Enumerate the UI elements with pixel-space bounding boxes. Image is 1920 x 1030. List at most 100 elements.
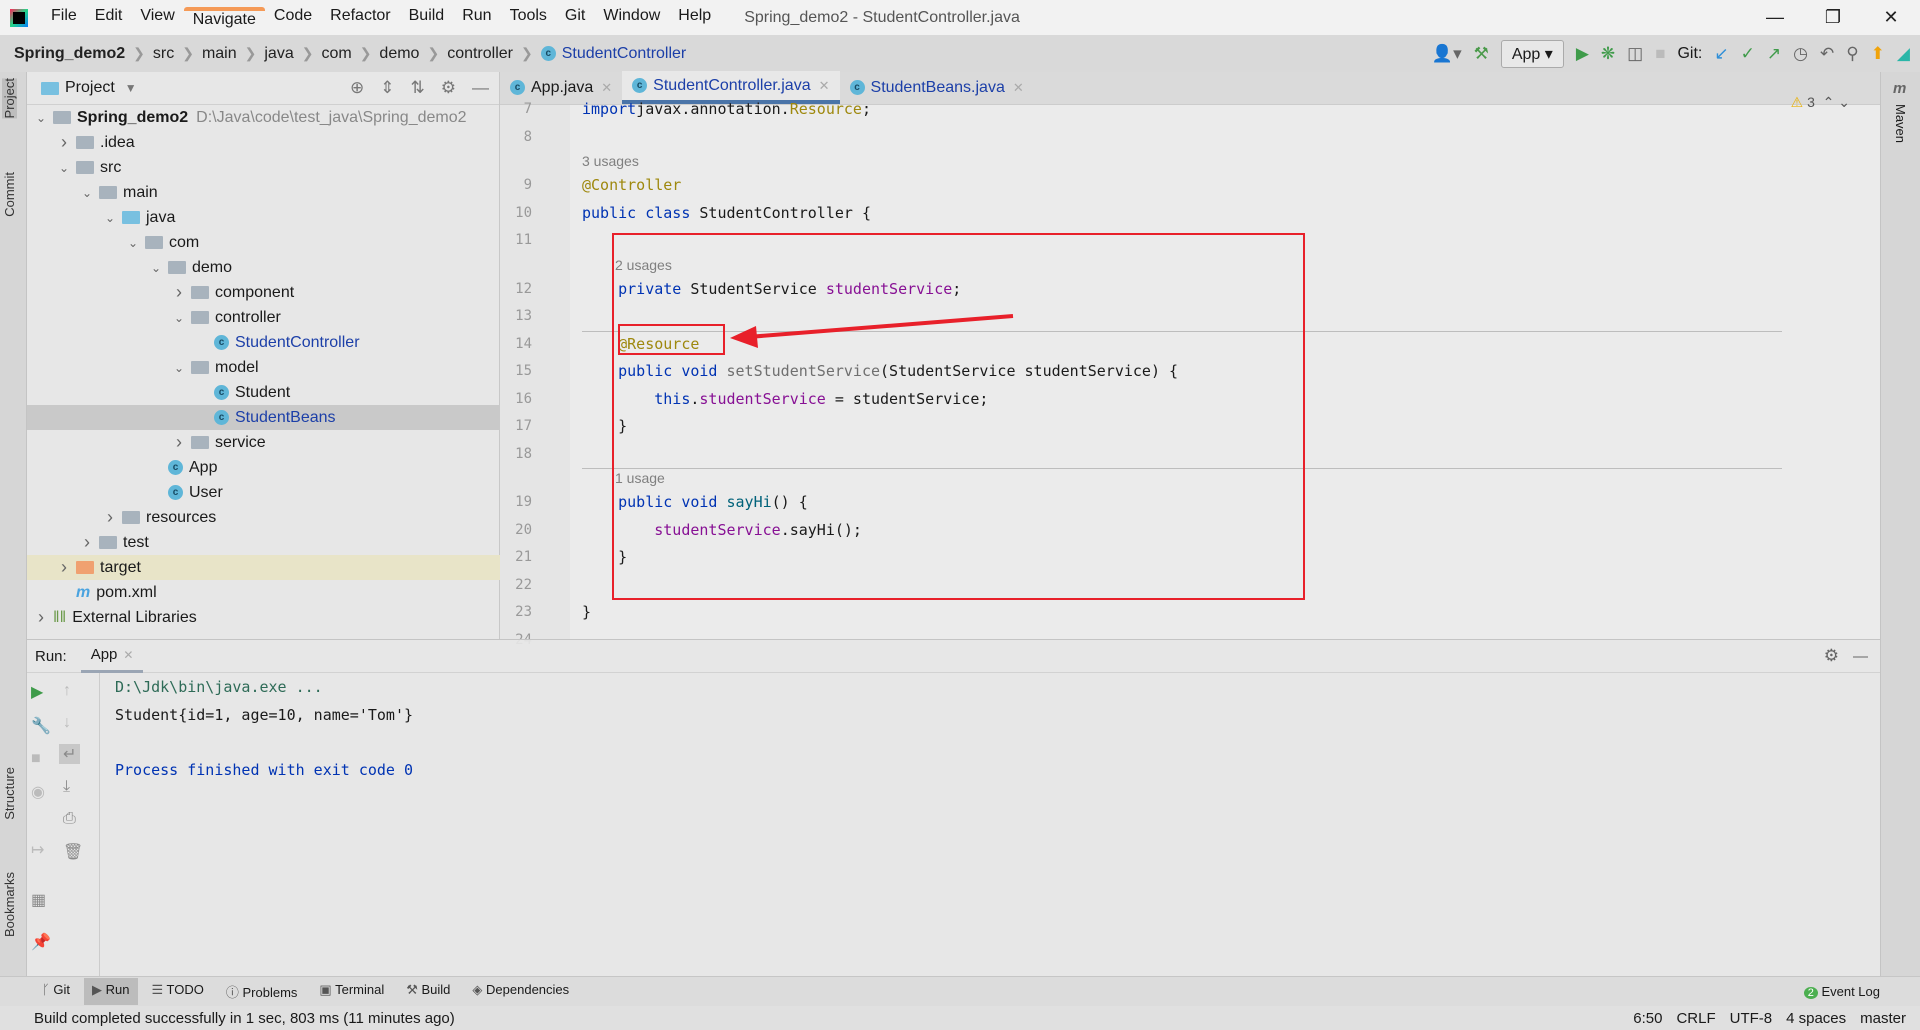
git-push-icon[interactable]: ↗ xyxy=(1767,44,1781,64)
breadcrumb-item[interactable]: demo xyxy=(379,45,419,63)
chevron-down-icon[interactable]: ⌄ xyxy=(171,311,187,325)
menu-edit[interactable]: Edit xyxy=(86,7,132,29)
chevron-right-icon[interactable]: › xyxy=(102,507,118,528)
sidebar-tab-bookmarks[interactable]: Bookmarks xyxy=(2,872,17,937)
sidebar-tab-maven[interactable]: Maven xyxy=(1893,104,1908,143)
chevron-right-icon[interactable]: › xyxy=(79,532,95,553)
breadcrumb-item[interactable]: StudentController xyxy=(562,45,687,63)
close-tab-icon[interactable]: ✕ xyxy=(123,648,133,662)
chevron-down-icon[interactable]: ⌄ xyxy=(125,236,141,250)
project-title[interactable]: Project xyxy=(65,79,115,97)
search-icon[interactable]: ⚲ xyxy=(1846,44,1858,64)
tree-item[interactable]: c StudentBeans xyxy=(27,405,500,430)
collapse-all-icon[interactable]: ⇅ xyxy=(411,78,425,98)
tool-tab-run[interactable]: ▶ Run xyxy=(84,978,138,1005)
sidebar-tab-project[interactable]: Project xyxy=(2,78,17,119)
tool-tab-dependencies[interactable]: ◈ Dependencies xyxy=(464,978,577,1005)
sidebar-tab-commit[interactable]: Commit xyxy=(2,172,17,217)
tool-tab-todo[interactable]: ☰ TODO xyxy=(144,978,212,1005)
breadcrumb-item[interactable]: Spring_demo2 xyxy=(14,45,125,63)
tree-item[interactable]: c App xyxy=(27,455,500,480)
print-icon[interactable]: ⎙ xyxy=(63,810,76,828)
update-icon[interactable]: ⬆ xyxy=(1871,44,1885,64)
chevron-right-icon[interactable]: › xyxy=(56,557,72,578)
tool-tab-git[interactable]: ᚴ Git xyxy=(34,978,78,1005)
expand-all-icon[interactable]: ⇕ xyxy=(380,78,394,98)
tree-item[interactable]: › test xyxy=(27,530,500,555)
maven-icon[interactable]: m xyxy=(1893,80,1906,97)
tool-tab-terminal[interactable]: ▣ Terminal xyxy=(311,978,392,1005)
event-log-button[interactable]: 2 Event Log xyxy=(1803,984,1880,999)
menu-tools[interactable]: Tools xyxy=(501,7,556,29)
chevron-down-icon[interactable]: ⌄ xyxy=(33,111,49,125)
menu-git[interactable]: Git xyxy=(556,7,594,29)
chevron-right-icon[interactable]: › xyxy=(56,132,72,153)
gear-icon[interactable]: ⚙ xyxy=(441,78,456,98)
tree-item[interactable]: ⌄ com xyxy=(27,230,500,255)
tree-item[interactable]: ⌄ java xyxy=(27,205,500,230)
build-hammer-icon[interactable]: ⚒ xyxy=(1474,44,1489,64)
debug-icon[interactable]: ❋ xyxy=(1601,44,1615,64)
tree-item[interactable]: ⌄ main xyxy=(27,180,500,205)
menu-help[interactable]: Help xyxy=(669,7,720,29)
tree-item[interactable]: ⌄ controller xyxy=(27,305,500,330)
up-icon[interactable]: ↑ xyxy=(63,682,71,700)
menu-window[interactable]: Window xyxy=(594,7,669,29)
tool-tab-build[interactable]: ⚒ Build xyxy=(398,978,458,1005)
tree-item[interactable]: ⌄ model xyxy=(27,355,500,380)
minimize-icon[interactable]: — xyxy=(1746,0,1804,35)
breadcrumb-item[interactable]: src xyxy=(153,45,174,63)
menu-code[interactable]: Code xyxy=(265,7,321,29)
tree-item[interactable]: › service xyxy=(27,430,500,455)
stop-icon[interactable]: ■ xyxy=(1655,44,1665,64)
run-tab-app[interactable]: App ✕ xyxy=(80,640,144,673)
chevron-right-icon[interactable]: › xyxy=(33,607,49,628)
file-encoding[interactable]: UTF-8 xyxy=(1730,1010,1773,1027)
chevron-right-icon[interactable]: › xyxy=(171,282,187,303)
tree-item[interactable]: c Student xyxy=(27,380,500,405)
rerun-icon[interactable]: ▶ xyxy=(31,682,43,702)
menu-refactor[interactable]: Refactor xyxy=(321,7,399,29)
rollback-icon[interactable]: ↶ xyxy=(1820,44,1834,64)
git-commit-icon[interactable]: ✓ xyxy=(1741,44,1755,64)
run-icon[interactable]: ▶ xyxy=(1576,44,1589,64)
restore-icon[interactable]: ❐ xyxy=(1804,0,1862,35)
chevron-right-icon[interactable]: › xyxy=(171,432,187,453)
tree-item[interactable]: › ‖‖ External Libraries xyxy=(27,605,500,630)
coverage-icon[interactable]: ◫ xyxy=(1627,44,1643,64)
hide-icon[interactable]: — xyxy=(1853,648,1868,665)
code-editor[interactable]: c App.java ✕ c StudentController.java ✕ c Stude… xyxy=(500,71,1880,648)
menu-navigate[interactable]: Navigate xyxy=(183,6,265,29)
sidebar-tab-structure[interactable]: Structure xyxy=(2,767,17,820)
breadcrumb-item[interactable]: com xyxy=(321,45,351,63)
history-icon[interactable]: ◷ xyxy=(1793,44,1808,64)
tree-item[interactable]: ⌄ src xyxy=(27,155,500,180)
menu-file[interactable]: File xyxy=(42,7,86,29)
plugin-icon[interactable]: ◢ xyxy=(1897,44,1910,64)
tree-item[interactable]: › resources xyxy=(27,505,500,530)
pin-icon[interactable]: 📌 xyxy=(31,932,51,952)
run-config-select[interactable]: App ▾ xyxy=(1500,39,1564,68)
breadcrumb-item[interactable]: main xyxy=(202,45,237,63)
exit-icon[interactable]: ↦ xyxy=(31,840,44,860)
chevron-down-icon[interactable]: ▼ xyxy=(125,81,137,95)
line-separator[interactable]: CRLF xyxy=(1676,1010,1715,1027)
tree-item[interactable]: ⌄ Spring_demo2 D:\Java\code\test_java\Spri… xyxy=(27,105,500,130)
soft-wrap-icon[interactable]: ↵ xyxy=(59,744,81,764)
menu-view[interactable]: View xyxy=(131,7,183,29)
status-message[interactable]: Build completed successfully in 1 sec, 8… xyxy=(34,1010,455,1027)
tree-item[interactable]: › .idea xyxy=(27,130,500,155)
git-update-icon[interactable]: ↙ xyxy=(1714,44,1728,64)
locate-icon[interactable]: ⊕ xyxy=(350,78,364,98)
down-icon[interactable]: ↓ xyxy=(63,714,71,732)
tree-item[interactable]: m pom.xml xyxy=(27,580,500,605)
menu-run[interactable]: Run xyxy=(453,7,500,29)
caret-position[interactable]: 6:50 xyxy=(1633,1010,1662,1027)
breadcrumb-item[interactable]: controller xyxy=(447,45,513,63)
indent-setting[interactable]: 4 spaces xyxy=(1786,1010,1846,1027)
layout-icon[interactable]: ▦ xyxy=(31,890,46,910)
git-branch[interactable]: master xyxy=(1860,1010,1906,1027)
camera-icon[interactable]: ◉ xyxy=(31,782,45,802)
hide-icon[interactable]: — xyxy=(472,78,489,98)
chevron-down-icon[interactable]: ⌄ xyxy=(102,211,118,225)
